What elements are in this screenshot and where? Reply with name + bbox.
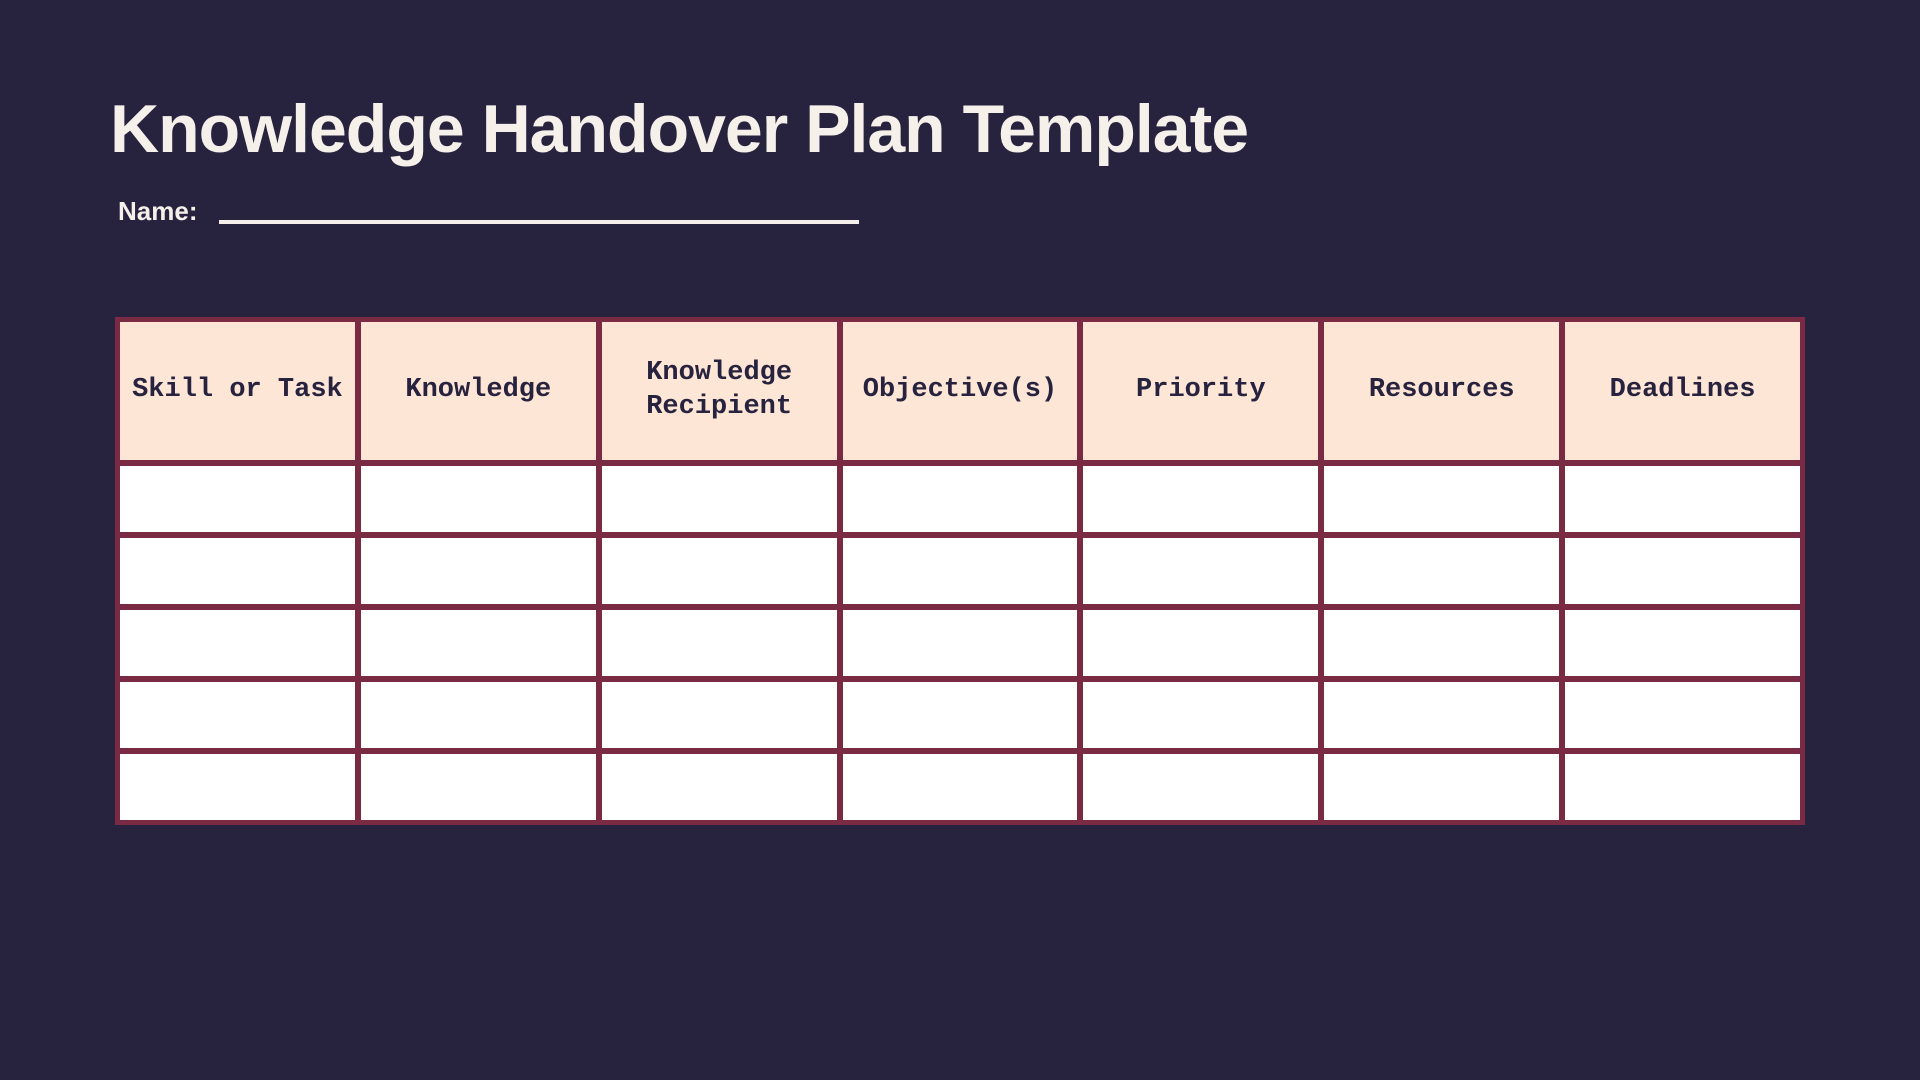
cell[interactable] [1321, 463, 1562, 535]
cell[interactable] [599, 463, 840, 535]
name-input-line[interactable] [219, 220, 859, 224]
name-label: Name: [118, 196, 197, 227]
name-row: Name: [118, 196, 1810, 227]
cell[interactable] [358, 535, 599, 607]
cell[interactable] [1080, 607, 1321, 679]
cell[interactable] [117, 607, 358, 679]
table-row [117, 535, 1803, 607]
cell[interactable] [1562, 463, 1803, 535]
handover-table: Skill or Task Knowledge Knowledge Recipi… [115, 317, 1805, 825]
col-header-priority: Priority [1080, 319, 1321, 463]
col-header-objectives: Objective(s) [840, 319, 1081, 463]
table-row [117, 607, 1803, 679]
cell[interactable] [1562, 535, 1803, 607]
cell[interactable] [599, 535, 840, 607]
col-header-resources: Resources [1321, 319, 1562, 463]
cell[interactable] [840, 751, 1081, 823]
col-header-knowledge: Knowledge [358, 319, 599, 463]
cell[interactable] [117, 463, 358, 535]
cell[interactable] [1080, 679, 1321, 751]
table-row [117, 463, 1803, 535]
cell[interactable] [117, 751, 358, 823]
cell[interactable] [840, 535, 1081, 607]
cell[interactable] [840, 679, 1081, 751]
cell[interactable] [1321, 751, 1562, 823]
cell[interactable] [840, 607, 1081, 679]
table-row [117, 751, 1803, 823]
cell[interactable] [1562, 679, 1803, 751]
cell[interactable] [358, 751, 599, 823]
col-header-knowledge-recipient: Knowledge Recipient [599, 319, 840, 463]
cell[interactable] [1080, 751, 1321, 823]
cell[interactable] [1321, 679, 1562, 751]
cell[interactable] [1562, 751, 1803, 823]
cell[interactable] [840, 463, 1081, 535]
cell[interactable] [599, 607, 840, 679]
cell[interactable] [1321, 535, 1562, 607]
table-row [117, 679, 1803, 751]
cell[interactable] [117, 679, 358, 751]
cell[interactable] [1562, 607, 1803, 679]
cell[interactable] [358, 463, 599, 535]
header-row: Skill or Task Knowledge Knowledge Recipi… [117, 319, 1803, 463]
cell[interactable] [1080, 535, 1321, 607]
cell[interactable] [358, 679, 599, 751]
cell[interactable] [1321, 607, 1562, 679]
cell[interactable] [599, 751, 840, 823]
page-title: Knowledge Handover Plan Template [110, 90, 1810, 168]
cell[interactable] [117, 535, 358, 607]
cell[interactable] [599, 679, 840, 751]
cell[interactable] [1080, 463, 1321, 535]
cell[interactable] [358, 607, 599, 679]
col-header-deadlines: Deadlines [1562, 319, 1803, 463]
col-header-skill-or-task: Skill or Task [117, 319, 358, 463]
